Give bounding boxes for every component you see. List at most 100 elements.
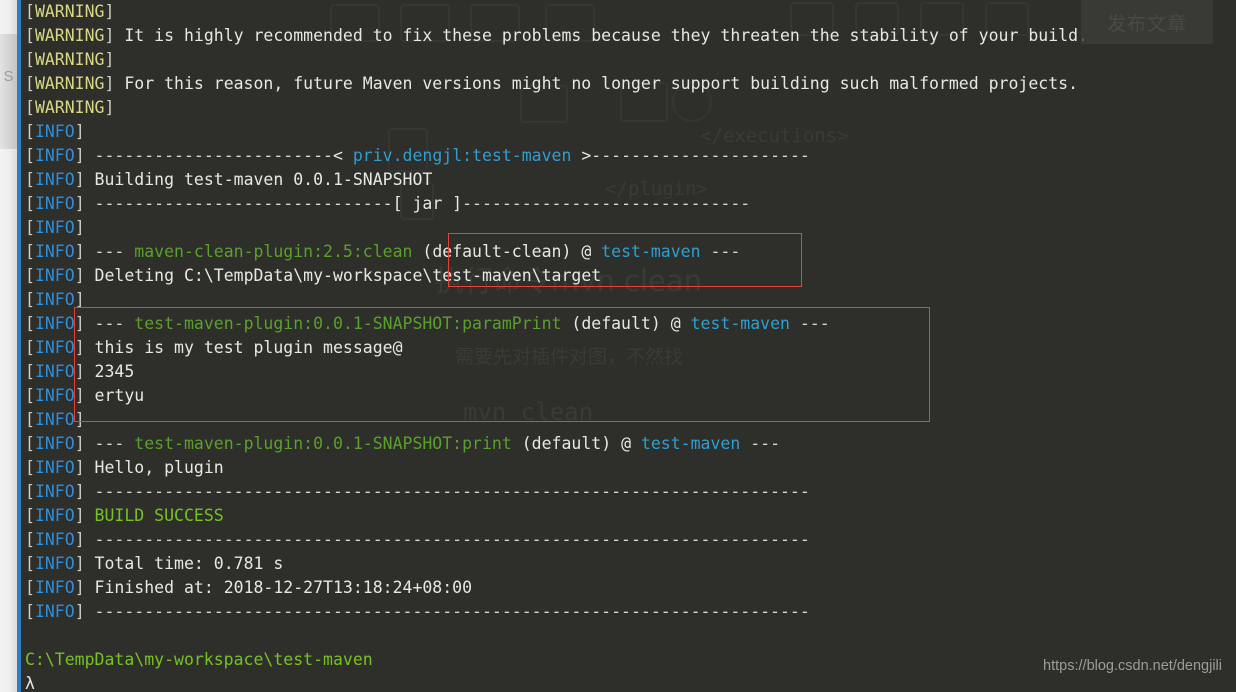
console-message: Building test-maven 0.0.1-SNAPSHOT bbox=[84, 170, 433, 189]
bracket-open: [ bbox=[25, 362, 35, 381]
log-level-warning: WARNING bbox=[34, 50, 105, 69]
console-line: [WARNING] It is highly recommended to fi… bbox=[21, 24, 1236, 48]
bracket-open: [ bbox=[25, 314, 35, 333]
console-message: Hello, plugin bbox=[84, 458, 224, 477]
publish-article-label: 发布文章 bbox=[1106, 12, 1187, 35]
bracket-close: ] bbox=[74, 578, 85, 597]
bracket-close: ] bbox=[74, 218, 85, 237]
log-level-info: INFO bbox=[34, 410, 75, 429]
prompt-input-line[interactable]: λ bbox=[21, 672, 1236, 692]
bracket-open: [ bbox=[25, 26, 35, 45]
console-line: [INFO] ---------------------------------… bbox=[21, 600, 1236, 624]
left-scrollbar-track[interactable]: S bbox=[0, 0, 17, 692]
console-line: [INFO] BUILD SUCCESS bbox=[21, 504, 1236, 528]
publish-article-button[interactable]: 发布文章 bbox=[1081, 0, 1213, 44]
bracket-open: [ bbox=[25, 2, 35, 21]
console-message: Deleting C:\TempData\my-workspace\test-m… bbox=[84, 266, 602, 285]
bracket-close: ] bbox=[74, 362, 85, 381]
banner-dash-right: ---------------------- bbox=[591, 146, 810, 165]
goal-execution-id: (default) @ bbox=[561, 314, 691, 333]
log-level-info: INFO bbox=[34, 602, 75, 621]
console-line: [INFO] this is my test plugin message@ bbox=[21, 336, 1236, 360]
log-level-info: INFO bbox=[34, 218, 75, 237]
goal-prefix: --- bbox=[84, 434, 135, 453]
log-level-info: INFO bbox=[34, 170, 75, 189]
banner-dash-left: ------------------------ bbox=[84, 146, 333, 165]
bracket-close: ] bbox=[74, 530, 85, 549]
bracket-close: ] bbox=[104, 2, 115, 21]
bracket-close: ] bbox=[74, 122, 85, 141]
log-level-info: INFO bbox=[34, 290, 75, 309]
bracket-open: [ bbox=[25, 170, 35, 189]
packaging-label: [ jar ] bbox=[392, 194, 463, 213]
bracket-open: [ bbox=[25, 218, 35, 237]
log-level-info: INFO bbox=[34, 530, 75, 549]
bracket-open: [ bbox=[25, 578, 35, 597]
log-level-warning: WARNING bbox=[34, 98, 105, 117]
goal-prefix: --- bbox=[84, 314, 135, 333]
goal-execution-id: (default-clean) @ bbox=[412, 242, 602, 261]
bracket-open: [ bbox=[25, 98, 35, 117]
console-line: [INFO] bbox=[21, 288, 1236, 312]
console-line: [INFO] ertyu bbox=[21, 384, 1236, 408]
log-level-info: INFO bbox=[34, 482, 75, 501]
bracket-close: ] bbox=[74, 458, 85, 477]
console-line: [INFO] --- test-maven-plugin:0.0.1-SNAPS… bbox=[21, 312, 1236, 336]
banner-angle-close: > bbox=[571, 146, 592, 165]
separator-rule: ----------------------------------------… bbox=[84, 482, 810, 501]
log-level-warning: WARNING bbox=[34, 74, 105, 93]
console-message: this is my test plugin message@ bbox=[84, 338, 403, 357]
bracket-open: [ bbox=[25, 338, 35, 357]
goal-name: maven-clean-plugin:2.5:clean bbox=[134, 242, 413, 261]
goal-name: test-maven-plugin:0.0.1-SNAPSHOT:print bbox=[134, 434, 512, 453]
goal-suffix: --- bbox=[700, 242, 741, 261]
bracket-close: ] bbox=[74, 242, 85, 261]
log-level-info: INFO bbox=[34, 578, 75, 597]
goal-execution-id: (default) @ bbox=[511, 434, 641, 453]
log-level-info: INFO bbox=[34, 434, 75, 453]
console-line: [WARNING] bbox=[21, 48, 1236, 72]
bracket-close: ] bbox=[74, 602, 85, 621]
console-line: [WARNING] bbox=[21, 0, 1236, 24]
log-level-info: INFO bbox=[34, 146, 75, 165]
console-line: [WARNING] bbox=[21, 96, 1236, 120]
console-line: [INFO] ------------------------------[ j… bbox=[21, 192, 1236, 216]
log-level-warning: WARNING bbox=[34, 26, 105, 45]
bracket-open: [ bbox=[25, 242, 35, 261]
console-line: [INFO] Deleting C:\TempData\my-workspace… bbox=[21, 264, 1236, 288]
bracket-open: [ bbox=[25, 146, 35, 165]
log-level-info: INFO bbox=[34, 338, 75, 357]
packaging-dash-left: ------------------------------ bbox=[84, 194, 393, 213]
log-level-info: INFO bbox=[34, 458, 75, 477]
bracket-close: ] bbox=[74, 266, 85, 285]
bracket-close: ] bbox=[104, 50, 115, 69]
bracket-open: [ bbox=[25, 266, 35, 285]
bracket-open: [ bbox=[25, 458, 35, 477]
bracket-close: ] bbox=[74, 194, 85, 213]
console-line: [INFO] bbox=[21, 120, 1236, 144]
bracket-close: ] bbox=[74, 170, 85, 189]
packaging-dash-right: ----------------------------- bbox=[462, 194, 751, 213]
console-message: ertyu bbox=[84, 386, 145, 405]
console-line: [INFO] Building test-maven 0.0.1-SNAPSHO… bbox=[21, 168, 1236, 192]
goal-artifact: test-maven bbox=[640, 434, 741, 453]
console-line: [INFO] ---------------------------------… bbox=[21, 480, 1236, 504]
console-message: 2345 bbox=[84, 362, 135, 381]
log-level-warning: WARNING bbox=[34, 2, 105, 21]
bracket-close: ] bbox=[74, 290, 85, 309]
bracket-close: ] bbox=[74, 434, 85, 453]
log-level-info: INFO bbox=[34, 194, 75, 213]
separator-rule: ----------------------------------------… bbox=[84, 530, 810, 549]
console-message: For this reason, future Maven versions m… bbox=[114, 74, 1079, 93]
banner-angle-open: < bbox=[332, 146, 353, 165]
console-line: [INFO] bbox=[21, 408, 1236, 432]
bracket-close: ] bbox=[74, 410, 85, 429]
console-output[interactable]: [WARNING] [WARNING] It is highly recommen… bbox=[21, 0, 1236, 692]
goal-suffix: --- bbox=[789, 314, 830, 333]
bracket-open: [ bbox=[25, 194, 35, 213]
console-message: Finished at: 2018-12-27T13:18:24+08:00 bbox=[84, 578, 473, 597]
bracket-close: ] bbox=[74, 554, 85, 573]
bracket-open: [ bbox=[25, 554, 35, 573]
left-scrollbar-thumb[interactable] bbox=[0, 34, 17, 149]
